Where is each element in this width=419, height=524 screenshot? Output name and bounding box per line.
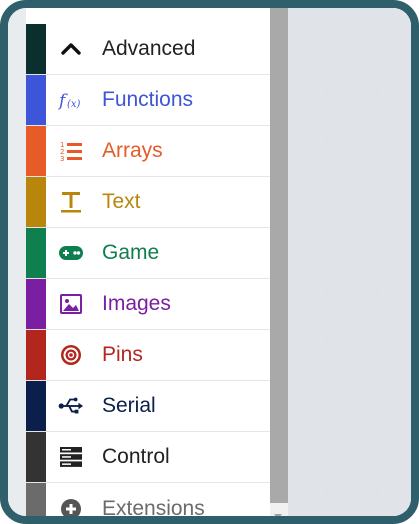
category-color-swatch — [26, 177, 46, 227]
grid-plus-icon — [374, 88, 381, 95]
category-control[interactable]: Control — [26, 432, 270, 483]
grid-plus-icon — [324, 288, 331, 295]
grid-plus-icon — [324, 88, 331, 95]
category-label: Arrays — [102, 139, 163, 162]
category-color-swatch — [26, 228, 46, 278]
target-icon — [58, 342, 84, 368]
category-extensions[interactable]: Extensions — [26, 483, 270, 520]
toolbox-categories: Advanced f (x) Functions 1 2 3 Arrays Te… — [26, 8, 270, 520]
grid-plus-icon — [374, 38, 381, 45]
grid-plus-icon — [324, 38, 331, 45]
category-pins[interactable]: Pins — [26, 330, 270, 381]
toolbox-scrollbar-thumb[interactable] — [270, 8, 288, 503]
category-color-swatch — [26, 483, 46, 516]
grid-plus-icon — [374, 138, 381, 145]
svg-text:(x): (x) — [67, 99, 81, 110]
category-color-swatch — [26, 381, 46, 431]
grid-plus-icon — [374, 288, 381, 295]
category-advanced[interactable]: Advanced — [26, 24, 270, 75]
ordered-list-icon: 1 2 3 — [58, 138, 84, 164]
grid-plus-icon — [374, 388, 381, 395]
category-serial[interactable]: Serial — [26, 381, 270, 432]
category-label: Game — [102, 241, 160, 264]
plus-circle-icon — [58, 496, 84, 516]
category-game[interactable]: Game — [26, 228, 270, 279]
category-color-swatch — [26, 75, 46, 125]
grid-plus-icon — [324, 388, 331, 395]
left-edge-strip — [8, 8, 26, 516]
category-color-swatch — [26, 432, 46, 482]
category-color-swatch — [26, 24, 46, 74]
chevron-up-icon — [58, 36, 84, 62]
category-label: Control — [102, 445, 170, 468]
category-images[interactable]: Images — [26, 279, 270, 330]
usb-icon — [58, 393, 84, 419]
category-label: Advanced — [102, 37, 196, 60]
category-text[interactable]: Text — [26, 177, 270, 228]
category-functions[interactable]: f (x) Functions — [26, 75, 270, 126]
grid-plus-icon — [374, 488, 381, 495]
grid-plus-icon — [324, 338, 331, 345]
category-label: Pins — [102, 343, 143, 366]
svg-text:3: 3 — [60, 155, 64, 163]
category-color-swatch — [26, 330, 46, 380]
category-label: Images — [102, 292, 171, 315]
category-arrays[interactable]: 1 2 3 Arrays — [26, 126, 270, 177]
grid-plus-icon — [374, 188, 381, 195]
category-label: Functions — [102, 88, 194, 111]
grid-plus-icon — [324, 438, 331, 445]
category-color-swatch — [26, 279, 46, 329]
category-label: Extensions — [102, 496, 205, 520]
gamepad-icon — [58, 240, 84, 266]
scroll-down-arrow-icon[interactable] — [274, 514, 282, 516]
grid-plus-icon — [374, 238, 381, 245]
grid-plus-icon — [324, 238, 331, 245]
grid-plus-icon — [374, 338, 381, 345]
blocks-workspace[interactable] — [288, 8, 411, 516]
server-icon — [58, 444, 84, 470]
category-color-swatch — [26, 126, 46, 176]
category-label: Serial — [102, 394, 156, 417]
app-frame: Advanced f (x) Functions 1 2 3 Arrays Te… — [0, 0, 419, 524]
image-icon — [58, 291, 84, 317]
function-icon: f (x) — [58, 87, 84, 113]
grid-plus-icon — [324, 138, 331, 145]
category-label: Text — [102, 190, 141, 213]
grid-plus-icon — [324, 188, 331, 195]
grid-plus-icon — [324, 488, 331, 495]
grid-plus-icon — [374, 438, 381, 445]
text-icon — [58, 189, 84, 215]
